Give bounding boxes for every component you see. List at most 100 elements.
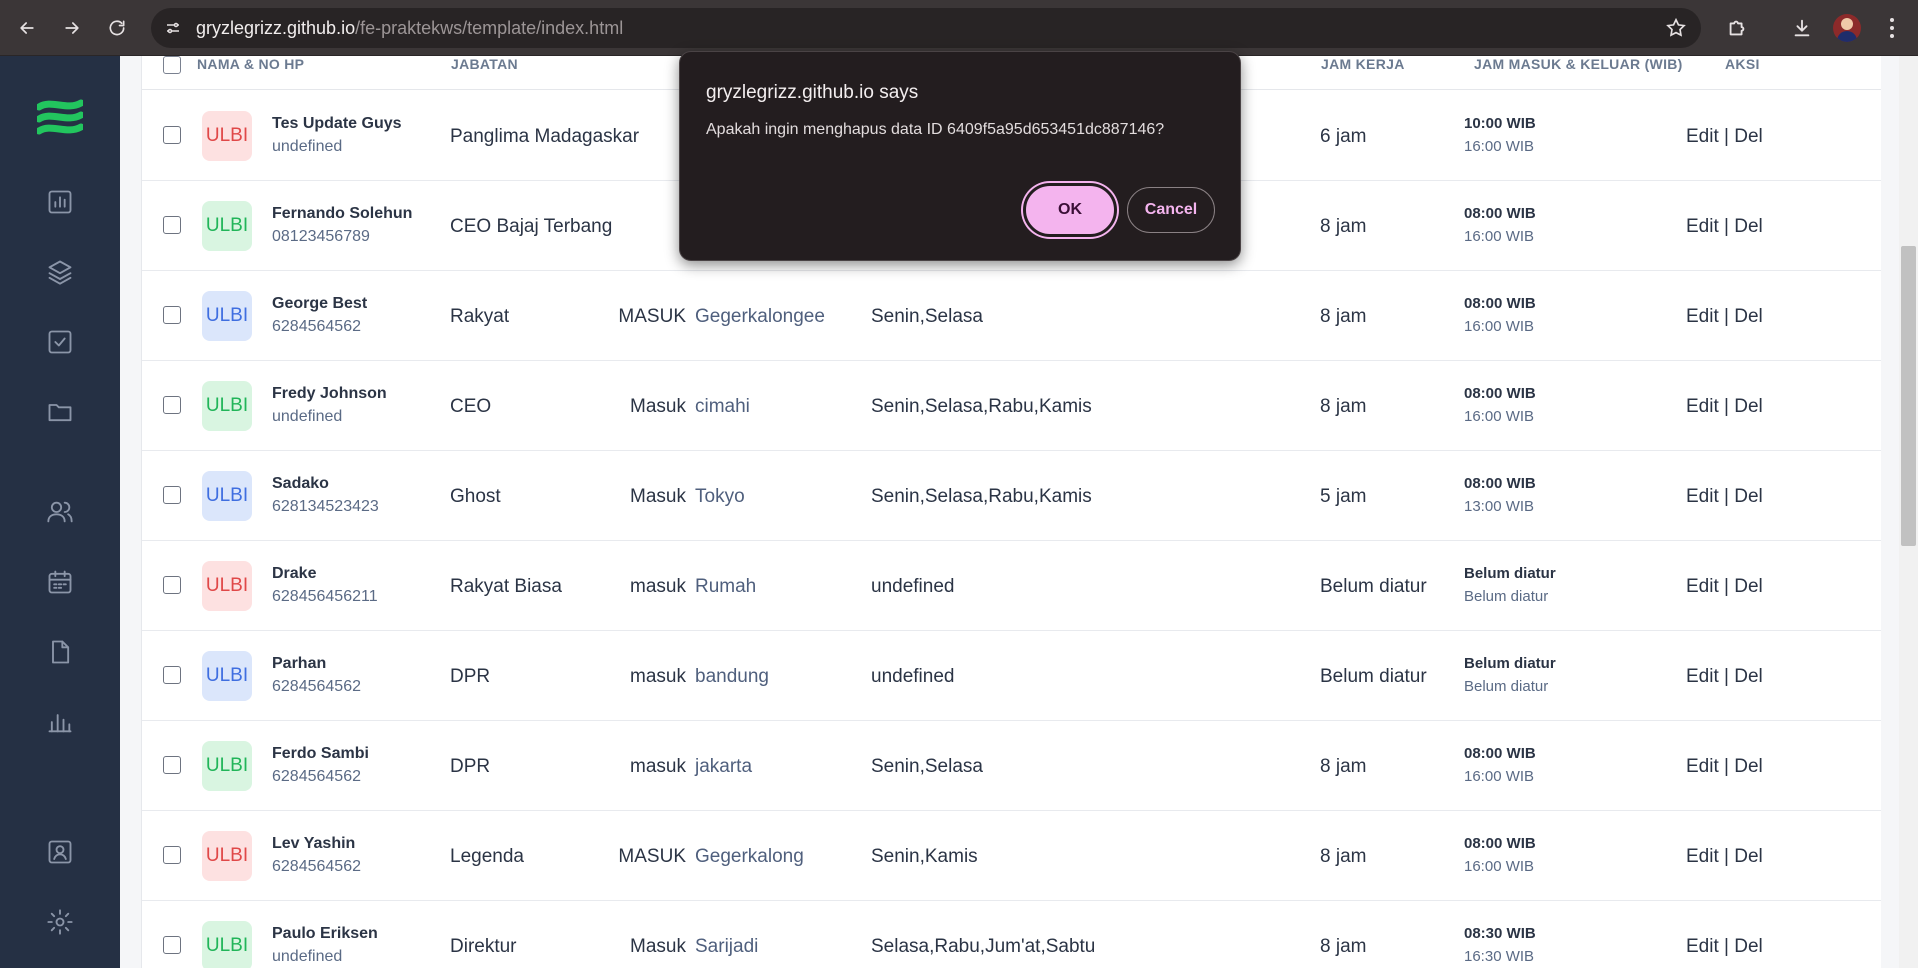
employee-jabatan: CEO Bajaj Terbang (450, 216, 613, 237)
employee-phone: 6284564562 (272, 318, 361, 335)
time-out: 16:00 WIB (1464, 318, 1535, 335)
sidebar-item-tasks[interactable] (44, 326, 76, 358)
sidebar-item-documents[interactable] (44, 636, 76, 668)
employee-name: George Best (272, 295, 368, 312)
sidebar-item-files[interactable] (44, 396, 76, 428)
row-actions[interactable]: Edit | Del (1686, 126, 1763, 148)
employee-phone: 6284564562 (272, 768, 361, 785)
menu-dot (1890, 18, 1894, 22)
employee-phone: 628134523423 (272, 498, 379, 515)
employee-phone: undefined (272, 408, 343, 425)
checkbox-icon (48, 330, 72, 354)
work-days: undefined (871, 666, 955, 687)
time-out: 16:00 WIB (1464, 858, 1535, 875)
sidebar-item-layers[interactable] (44, 256, 76, 288)
attendance-location: Rumah (695, 576, 757, 597)
employee-phone: 6284564562 (272, 678, 361, 695)
row-actions[interactable]: Edit | Del (1686, 576, 1763, 598)
time-in: 08:00 WIB (1464, 835, 1536, 852)
row-checkbox[interactable] (163, 936, 181, 954)
row-checkbox[interactable] (163, 846, 181, 864)
header-jam-kerja: JAM KERJA (1321, 56, 1405, 72)
logo-icon[interactable] (35, 96, 85, 142)
forward-button[interactable] (54, 10, 90, 46)
row-actions[interactable]: Edit | Del (1686, 756, 1763, 778)
work-hours: 8 jam (1320, 936, 1367, 957)
attendance-location: cimahi (695, 396, 750, 417)
extensions-button[interactable] (1719, 10, 1755, 46)
browser-window: gryzlegrizz.github.io/fe-praktekws/templ… (0, 0, 1918, 968)
table-row: ULBI Paulo Eriksen undefined Direktur Masuk S… (142, 901, 1881, 968)
row-checkbox[interactable] (163, 666, 181, 684)
row-checkbox[interactable] (163, 216, 181, 234)
forward-arrow-icon (65, 22, 79, 34)
select-all-checkbox[interactable] (163, 56, 181, 74)
row-checkbox[interactable] (163, 576, 181, 594)
sidebar-item-dashboard[interactable] (44, 186, 76, 218)
row-checkbox[interactable] (163, 396, 181, 414)
work-hours: 8 jam (1320, 846, 1367, 867)
org-badge: ULBI (202, 381, 252, 431)
employee-name: Lev Yashin (272, 835, 356, 852)
row-actions[interactable]: Edit | Del (1686, 396, 1763, 418)
ok-button[interactable]: OK (1023, 183, 1117, 237)
employee-phone: undefined (272, 138, 343, 155)
row-checkbox[interactable] (163, 756, 181, 774)
time-in: 10:00 WIB (1464, 115, 1536, 132)
site-info-button[interactable] (161, 16, 185, 40)
row-actions[interactable]: Edit | Del (1686, 216, 1763, 238)
back-button[interactable] (9, 10, 45, 46)
url-text: gryzlegrizz.github.io/fe-praktekws/templ… (196, 18, 623, 39)
work-hours: 8 jam (1320, 756, 1367, 777)
chart-icon (48, 190, 72, 214)
bar-chart-icon (48, 714, 72, 733)
profile-avatar[interactable] (1833, 14, 1861, 42)
table-row: ULBI Parhan 6284564562 DPR masuk bandung undef… (142, 631, 1881, 721)
row-actions[interactable]: Edit | Del (1686, 936, 1763, 958)
time-out: 16:00 WIB (1464, 228, 1535, 245)
sidebar-item-users[interactable] (44, 496, 76, 528)
row-checkbox[interactable] (163, 486, 181, 504)
time-out: 16:30 WIB (1464, 948, 1535, 965)
sidebar-item-settings[interactable] (44, 906, 76, 938)
time-in: Belum diatur (1464, 655, 1556, 672)
download-icon (1794, 19, 1810, 37)
attendance-status: MASUK (618, 306, 686, 327)
menu-dot (1890, 26, 1894, 30)
star-icon (1666, 17, 1686, 37)
employee-phone: 628456456211 (272, 588, 378, 605)
confirm-dialog: gryzlegrizz.github.io says Apakah ingin … (679, 51, 1241, 261)
employee-phone: 6284564562 (272, 858, 361, 875)
row-checkbox[interactable] (163, 306, 181, 324)
org-badge: ULBI (202, 561, 252, 611)
sidebar-item-profile[interactable] (44, 836, 76, 868)
reload-button[interactable] (99, 10, 135, 46)
org-badge: ULBI (202, 111, 252, 161)
sidebar-item-reports[interactable] (44, 706, 76, 738)
table-row: ULBI Fredy Johnson undefined CEO Masuk cimahi… (142, 361, 1881, 451)
work-hours: 6 jam (1320, 126, 1367, 147)
downloads-button[interactable] (1784, 10, 1820, 46)
sidebar-item-calendar[interactable] (44, 566, 76, 598)
table-row: ULBI Drake 628456456211 Rakyat Biasa masuk Ru… (142, 541, 1881, 631)
attendance-status: masuk (630, 576, 686, 597)
row-checkbox[interactable] (163, 126, 181, 144)
employee-phone: 08123456789 (272, 228, 370, 245)
time-out: 13:00 WIB (1464, 498, 1535, 515)
cancel-button[interactable]: Cancel (1127, 187, 1215, 233)
address-bar[interactable]: gryzlegrizz.github.io/fe-praktekws/templ… (151, 8, 1701, 48)
employee-jabatan: CEO (450, 396, 492, 417)
row-actions[interactable]: Edit | Del (1686, 666, 1763, 688)
row-actions[interactable]: Edit | Del (1686, 306, 1763, 328)
layers-icon (48, 260, 72, 285)
browser-menu-button[interactable] (1880, 14, 1904, 42)
sidebar (0, 56, 120, 968)
row-actions[interactable]: Edit | Del (1686, 846, 1763, 868)
row-actions[interactable]: Edit | Del (1686, 486, 1763, 508)
dialog-title: gryzlegrizz.github.io says (706, 82, 919, 103)
vertical-scrollbar[interactable] (1899, 56, 1918, 968)
work-hours: 8 jam (1320, 216, 1367, 237)
employee-name: Drake (272, 565, 317, 582)
bookmark-star-button[interactable] (1665, 17, 1687, 39)
scrollbar-thumb[interactable] (1901, 246, 1916, 546)
